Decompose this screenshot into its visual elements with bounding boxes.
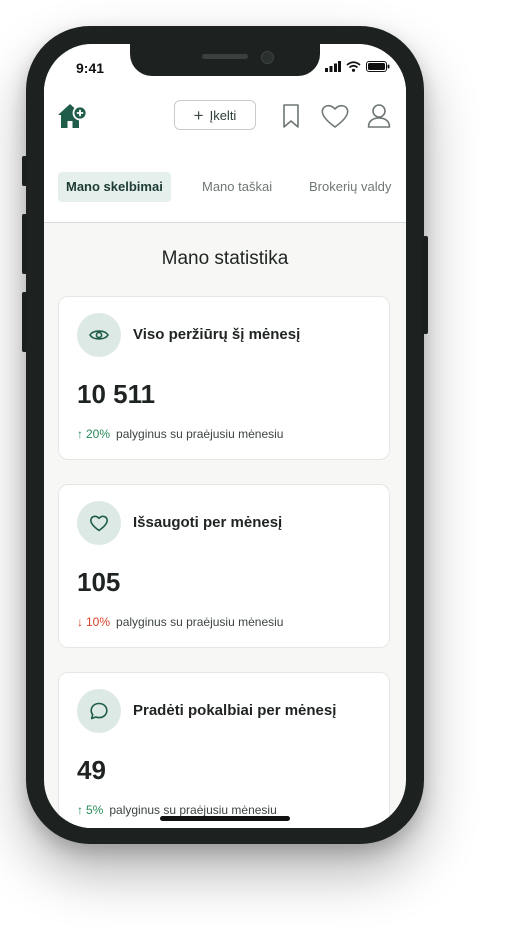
heart-icon [90,515,108,532]
stat-card-chats: Pradėti pokalbiai per mėnesį 49 ↑ 5% pal… [58,672,390,828]
status-icons [325,61,390,72]
saved-icon-badge [77,501,121,545]
change-percent: 10% [86,615,111,629]
favorites-button[interactable] [320,102,350,135]
home-logo[interactable] [56,102,90,137]
app-header: + Įkelti [44,92,406,144]
bookmark-icon [283,104,299,128]
notch [130,44,320,76]
signal-icon [325,61,341,72]
card-change: ↑ 5% palyginus su praėjusiu mėnesiu [77,803,277,817]
house-plus-icon [58,104,88,128]
status-bar: 9:41 [44,44,406,92]
volume-down-button [22,292,27,352]
card-change: ↓ 10% palyginus su praėjusiu mėnesiu [77,615,283,629]
stat-card-views: Viso peržiūrų šį mėnesį 10 511 ↑ 20% pal… [58,296,390,460]
tab-brokeriu-valdymas[interactable]: Brokerių valdy [309,172,391,202]
wifi-icon [346,61,361,72]
chats-icon-badge [77,689,121,733]
tab-bar: Mano skelbimai Mano taškai Brokerių vald… [44,144,406,223]
front-camera [261,51,274,64]
volume-up-button [22,214,27,274]
mute-switch [22,156,27,186]
home-indicator[interactable] [160,816,290,821]
plus-icon: + [193,105,204,125]
change-percent: 5% [86,803,104,817]
battery-icon [366,61,390,72]
card-change: ↑ 20% palyginus su praėjusiu mėnesiu [77,427,283,441]
change-percent: 20% [86,427,111,441]
tab-mano-taskai[interactable]: Mano taškai [202,172,272,202]
bookmark-button[interactable] [280,102,302,135]
views-icon-badge [77,313,121,357]
speaker-grille [202,54,248,59]
chat-bubble-icon [90,702,108,720]
upload-button[interactable]: + Įkelti [174,100,256,130]
status-time: 9:41 [76,60,105,76]
tab-mano-skelbimai[interactable]: Mano skelbimai [58,172,171,202]
profile-button[interactable] [366,102,392,135]
arrow-up-icon: ↑ [77,427,83,441]
heart-icon [321,104,349,128]
change-comparison: palyginus su praėjusiu mėnesiu [109,803,277,817]
eye-icon [89,330,109,340]
card-title: Viso peržiūrų šį mėnesį [133,326,301,343]
arrow-down-icon: ↓ [77,615,83,629]
card-title: Išsaugoti per mėnesį [133,514,283,531]
app-screen: 9:41 + Įkelti Mano skelbimai Mano taškai… [44,44,406,828]
arrow-up-icon: ↑ [77,803,83,817]
section-title: Mano statistika [161,248,289,269]
power-button [423,236,428,334]
card-value: 49 [77,755,106,785]
change-comparison: palyginus su praėjusiu mėnesiu [116,615,284,629]
card-value: 10 511 [77,379,156,409]
card-value: 105 [77,567,121,597]
stat-card-saved: Išsaugoti per mėnesį 105 ↓ 10% palyginus… [58,484,390,648]
upload-label: Įkelti [209,107,237,123]
change-comparison: palyginus su praėjusiu mėnesiu [116,427,284,441]
card-title: Pradėti pokalbiai per mėnesį [133,702,337,719]
user-icon [367,104,391,128]
